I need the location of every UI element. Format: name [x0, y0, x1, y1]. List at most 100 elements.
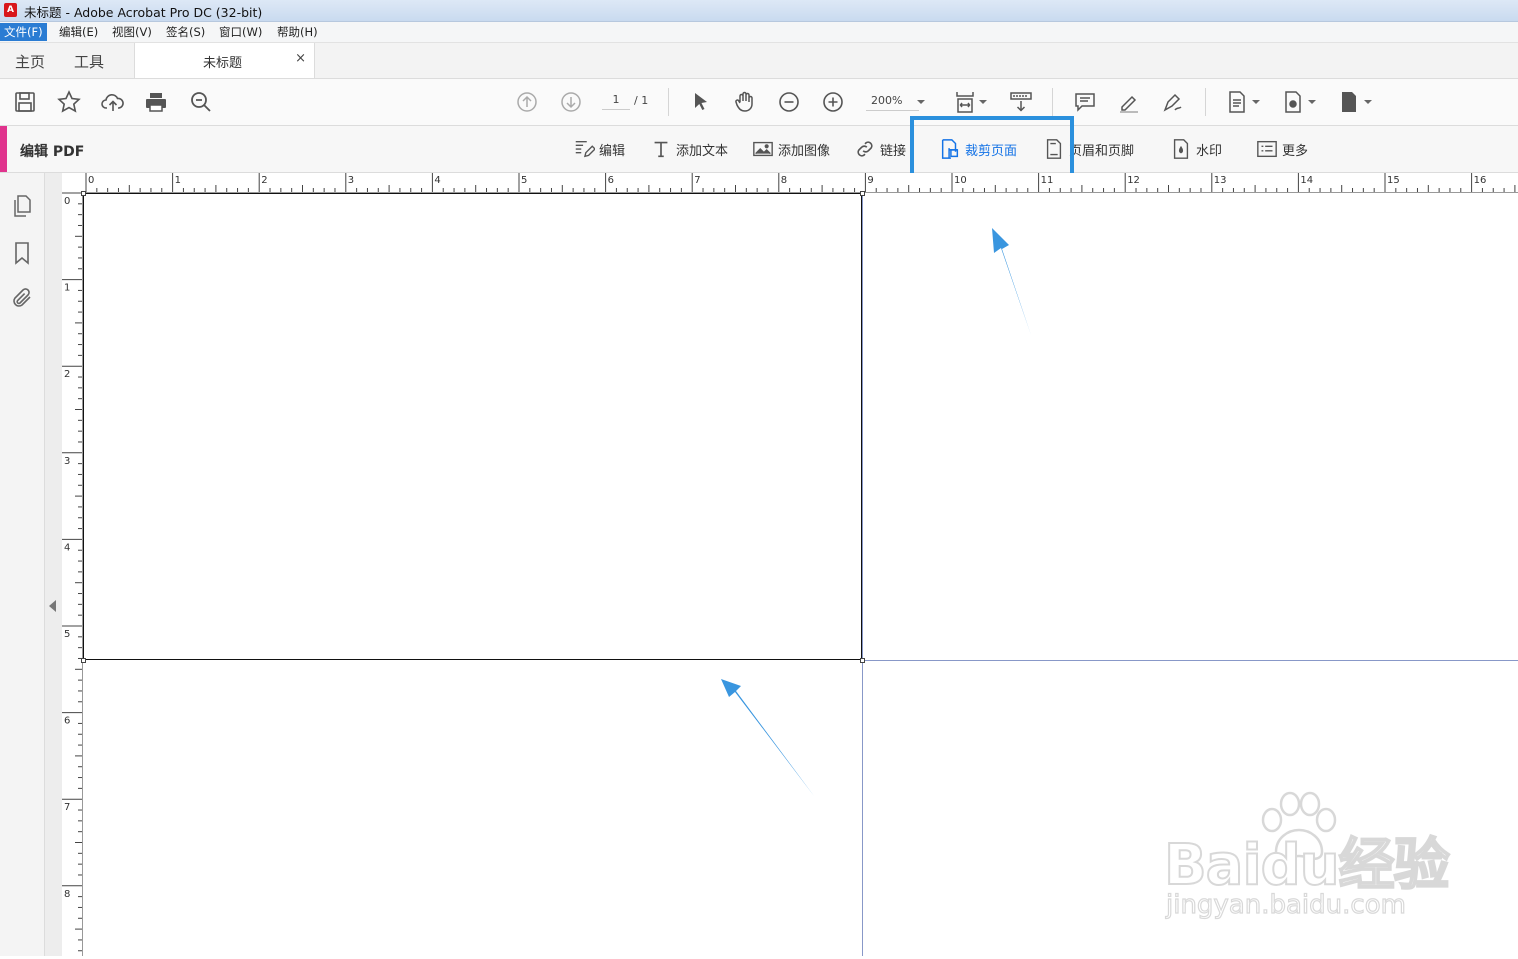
add-image-button[interactable]: 添加图像 [752, 136, 830, 162]
edit-pdf-accent [0, 126, 7, 172]
bookmark-icon[interactable] [10, 241, 34, 265]
ruler-label-h: 1 [175, 175, 181, 186]
ruler-label-v: 0 [64, 196, 70, 207]
more-label: 更多 [1282, 143, 1309, 159]
menu-window[interactable]: 窗口(W) [215, 23, 266, 41]
image-icon [753, 141, 773, 157]
ruler-label-v: 1 [64, 283, 70, 294]
zoom-level-input[interactable]: 200% [866, 94, 919, 111]
page-number-input[interactable]: 1 [602, 93, 630, 110]
tab-bar: 主页 工具 未标题 × [0, 43, 1518, 79]
chevron-down-icon[interactable] [1308, 100, 1316, 104]
header-footer-label: 页眉和页脚 [1069, 143, 1135, 159]
fit-page-icon[interactable] [952, 90, 978, 114]
title-bar: A 未标题 - Adobe Acrobat Pro DC (32-bit) [0, 0, 1518, 22]
cloud-upload-icon[interactable] [100, 90, 126, 114]
ruler-label-h: 13 [1214, 175, 1227, 186]
crop-handle-top-right[interactable] [860, 191, 865, 196]
comment-icon[interactable] [1072, 90, 1098, 114]
add-text-label: 添加文本 [676, 143, 729, 159]
crop-guide-horizontal [862, 660, 1518, 661]
ruler-label-h: 14 [1300, 175, 1313, 186]
horizontal-ruler-ticks: 0 1 2 3 4 5 6 7 8 9 10 11 12 13 14 15 16 [85, 173, 1516, 192]
tab-document[interactable]: 未标题 × [134, 43, 315, 78]
ruler-label-v: 2 [64, 369, 70, 380]
ruler-label-h: 3 [348, 175, 354, 186]
chevron-down-icon[interactable] [1252, 100, 1260, 104]
vertical-ruler-ticks: 0 1 2 3 4 5 6 7 8 [62, 192, 82, 952]
zoom-in-icon[interactable] [820, 90, 846, 114]
page-up-icon[interactable] [514, 90, 540, 114]
ruler-label-h: 9 [867, 175, 873, 186]
tab-tools[interactable]: 工具 [74, 51, 104, 72]
page-total: / 1 [634, 94, 649, 107]
watermark-icon [1173, 139, 1189, 159]
close-icon[interactable]: × [295, 51, 306, 66]
ruler-label-v: 4 [64, 542, 70, 553]
crop-selection-rectangle[interactable] [83, 193, 862, 660]
ruler-label-v: 8 [64, 889, 70, 900]
ruler-label-v: 6 [64, 716, 70, 727]
ruler-label-h: 4 [434, 175, 440, 186]
export-icon[interactable] [1280, 90, 1306, 114]
watermark-label: 水印 [1196, 143, 1223, 159]
collapse-panel-strip[interactable] [45, 173, 62, 956]
search-zoom-icon[interactable] [188, 90, 214, 114]
page-thumbnails-icon[interactable] [10, 194, 34, 218]
add-text-button[interactable]: 添加文本 [650, 136, 728, 162]
save-icon[interactable] [12, 90, 38, 114]
chevron-down-icon[interactable] [917, 100, 925, 104]
hand-icon[interactable] [732, 90, 758, 114]
link-button[interactable]: 链接 [854, 136, 906, 162]
ruler-label-v: 3 [64, 456, 70, 467]
toolbar-divider [1205, 88, 1206, 116]
text-icon [654, 141, 668, 158]
watermark-button[interactable]: 水印 [1170, 136, 1222, 162]
collapse-arrow-icon[interactable] [49, 600, 57, 612]
more-button[interactable]: 更多 [1256, 136, 1308, 162]
link-icon [857, 141, 873, 157]
page-tools-icon[interactable] [1224, 90, 1250, 114]
menu-sign[interactable]: 签名(S) [162, 23, 209, 41]
edit-pdf-title: 编辑 PDF [20, 144, 85, 160]
ruler-label-h: 15 [1387, 175, 1400, 186]
edit-pdf-toolbar: 编辑 PDF 编辑 添加文本 添加图像 链接 裁剪页面 页眉和页脚 水印 更多 [0, 126, 1518, 277]
menu-edit[interactable]: 编辑(E) [55, 23, 102, 41]
toolbar-divider [668, 88, 669, 116]
vertical-ruler: 0 1 2 3 4 5 6 7 8 [62, 192, 83, 956]
more-page-icon[interactable] [1336, 90, 1362, 114]
scroll-mode-icon[interactable] [1008, 90, 1034, 114]
menu-view[interactable]: 视图(V) [108, 23, 156, 41]
chevron-down-icon[interactable] [1364, 100, 1372, 104]
ruler-label-h: 7 [694, 175, 700, 186]
zoom-out-icon[interactable] [776, 90, 802, 114]
ruler-label-h: 10 [954, 175, 967, 186]
star-icon[interactable] [56, 90, 82, 114]
crop-handle-bottom-right[interactable] [860, 658, 865, 663]
page-down-icon[interactable] [558, 90, 584, 114]
ruler-label-v: 5 [64, 629, 70, 640]
edit-button[interactable]: 编辑 [573, 136, 625, 162]
left-navigation-rail [0, 173, 45, 956]
select-cursor-icon[interactable] [688, 90, 714, 114]
menu-file[interactable]: 文件(F) [0, 23, 47, 41]
print-icon[interactable] [143, 90, 169, 114]
attachment-icon[interactable] [10, 286, 34, 310]
highlight-icon[interactable] [1116, 90, 1142, 114]
tab-home[interactable]: 主页 [15, 51, 45, 72]
main-toolbar: 1 / 1 200% [0, 79, 1518, 126]
ruler-label-h: 12 [1127, 175, 1140, 186]
crop-handle-top-left[interactable] [81, 191, 86, 196]
crop-guide-vertical [862, 193, 863, 956]
ruler-label-h: 0 [88, 175, 94, 186]
crop-handle-bottom-left[interactable] [81, 658, 86, 663]
ruler-label-h: 2 [261, 175, 267, 186]
ruler-label-h: 6 [608, 175, 614, 186]
edit-icon [575, 140, 595, 158]
more-list-icon [1257, 140, 1277, 158]
menu-help[interactable]: 帮助(H) [273, 23, 322, 41]
chevron-down-icon[interactable] [979, 100, 987, 104]
horizontal-ruler: 0 1 2 3 4 5 6 7 8 9 10 11 12 13 14 15 16 [62, 173, 1518, 193]
sign-icon[interactable] [1160, 90, 1186, 114]
baidu-watermark: Baidu经验 jingyan.baidu.com [1160, 790, 1460, 930]
